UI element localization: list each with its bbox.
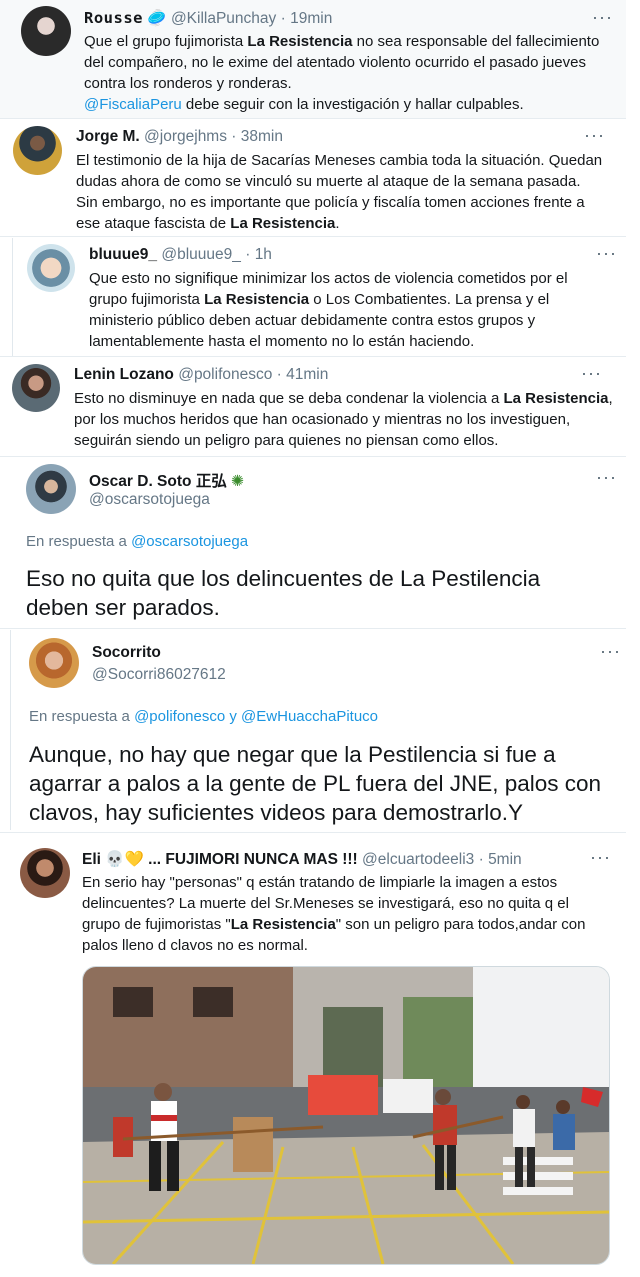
reply-context: En respuesta a @polifonesco y @EwHuaccha… [29, 708, 378, 725]
timestamp[interactable]: 38min [241, 128, 283, 145]
tweet-text: Que el grupo fujimorista La Resistencia … [84, 31, 609, 115]
thread-line [12, 238, 13, 356]
divider [0, 456, 626, 457]
user-handle[interactable]: @KillaPunchay [171, 10, 276, 27]
user-handle[interactable]: @elcuartodeeli3 [362, 851, 474, 868]
avatar[interactable] [20, 848, 70, 898]
tweet-text: Eso no quita que los delincuentes de La … [26, 566, 541, 620]
thread-line [10, 630, 11, 830]
more-icon[interactable]: ··· [596, 244, 617, 262]
separator-dot: · [231, 128, 237, 145]
virus-icon: ✺ [231, 473, 245, 490]
text-segment: . [335, 215, 340, 232]
tweet-header: Lenin Lozano @polifonesco · 41min [74, 366, 328, 384]
reply-join: y [229, 708, 237, 725]
avatar[interactable] [21, 6, 71, 56]
user-name[interactable]: Lenin Lozano [74, 366, 174, 383]
more-icon[interactable]: ··· [600, 642, 621, 660]
user-name[interactable]: Socorrito [92, 644, 161, 661]
user-handle[interactable]: @jorgejhms [144, 128, 227, 145]
avatar[interactable] [29, 638, 79, 688]
timestamp[interactable]: 5min [488, 851, 522, 868]
avatar[interactable] [26, 464, 76, 514]
divider [0, 118, 626, 119]
more-icon[interactable]: ··· [592, 8, 613, 26]
text-segment: debe seguir con la investigación y halla… [181, 96, 524, 113]
more-icon[interactable]: ··· [596, 468, 617, 486]
tweet-photo[interactable] [82, 966, 610, 1265]
tweet-text: En serio hay "personas" q están tratando… [82, 872, 610, 956]
tweet-text: Aunque, no hay que negar que la Pestilen… [29, 742, 602, 825]
mention-link[interactable]: @FiscaliaPeru [84, 96, 182, 113]
avatar[interactable] [12, 364, 60, 412]
tweet-card[interactable]: Oscar D. Soto 正弘 ✺ @oscarsotojuega ··· E… [8, 458, 626, 628]
tweet-card[interactable]: Rousse 🥏 @KillaPunchay · 19min ··· Que e… [0, 0, 626, 118]
timestamp[interactable]: 1h [255, 246, 272, 263]
more-icon[interactable]: ··· [584, 126, 605, 144]
user-handle[interactable]: @polifonesco [178, 366, 272, 383]
separator-dot: · [245, 246, 251, 263]
name-suffix: 正弘 [195, 473, 227, 490]
user-handle[interactable]: @bluuue9_ [161, 246, 241, 263]
protest-photo-illustration [83, 967, 609, 1264]
user-name[interactable]: bluuue9_ [89, 246, 157, 263]
highlighted-term: La Resistencia [503, 390, 609, 407]
avatar[interactable] [27, 244, 75, 292]
user-handle[interactable]: @Socorri86027612 [92, 666, 226, 684]
highlighted-term: La Resistencia [230, 215, 336, 232]
tweet-header: Socorrito [92, 644, 161, 662]
tweet-card[interactable]: Jorge M. @jorgejhms · 38min ··· El testi… [0, 120, 626, 236]
tweet-card[interactable]: Eli 💀💛 ... FUJIMORI NUNCA MAS !!! @elcua… [0, 834, 626, 1277]
text-segment: Que el grupo fujimorista [84, 33, 248, 50]
tweet-card[interactable]: bluuue9_ @bluuue9_ · 1h ··· Que esto no … [14, 238, 626, 354]
tweet-header: Eli 💀💛 ... FUJIMORI NUNCA MAS !!! @elcua… [82, 850, 522, 869]
more-icon[interactable]: ··· [590, 848, 611, 866]
timestamp[interactable]: 19min [290, 10, 332, 27]
separator-dot: · [276, 366, 282, 383]
more-icon[interactable]: ··· [581, 364, 602, 382]
tweet-header: bluuue9_ @bluuue9_ · 1h [89, 246, 272, 264]
text-segment: Esto no disminuye en nada que se deba co… [74, 390, 504, 407]
user-handle[interactable]: @oscarsotojuega [89, 491, 210, 509]
divider [0, 356, 626, 357]
display-name-suffix: 💀💛 ... FUJIMORI NUNCA MAS !!! [105, 851, 358, 868]
tweet-header: Rousse 🥏 @KillaPunchay · 19min [84, 9, 332, 28]
tweet-text: Esto no disminuye en nada que se deba co… [74, 388, 614, 451]
separator-dot: · [478, 851, 484, 868]
user-name[interactable]: Oscar D. Soto [89, 473, 192, 490]
reply-mention[interactable]: @oscarsotojuega [131, 533, 248, 550]
tweet-text: Que esto no signifique minimizar los act… [89, 268, 609, 352]
tweet-header: Jorge M. @jorgejhms · 38min [76, 128, 283, 146]
emoji: 🥏 [147, 10, 167, 27]
tweet-header: Oscar D. Soto 正弘 ✺ [89, 469, 244, 491]
divider [0, 832, 626, 833]
avatar[interactable] [13, 126, 62, 175]
divider [0, 236, 626, 237]
tweet-text: El testimonio de la hija de Sacarías Men… [76, 150, 606, 234]
reply-mention[interactable]: @EwHuacchaPituco [241, 708, 378, 725]
highlighted-term: La Resistencia [204, 291, 310, 308]
user-name[interactable]: Rousse [84, 9, 143, 27]
separator-dot: · [280, 10, 286, 27]
tweet-card[interactable]: Socorrito @Socorri86027612 ··· En respue… [12, 630, 626, 830]
timestamp[interactable]: 41min [286, 366, 328, 383]
user-name[interactable]: Eli [82, 851, 101, 868]
reply-prefix: En respuesta a [26, 533, 127, 550]
divider [0, 628, 626, 629]
reply-context: En respuesta a @oscarsotojuega [26, 533, 248, 550]
user-name[interactable]: Jorge M. [76, 128, 140, 145]
reply-mention[interactable]: @polifonesco [134, 708, 225, 725]
tweet-card[interactable]: Lenin Lozano @polifonesco · 41min ··· Es… [0, 358, 626, 454]
highlighted-term: La Resistencia [247, 33, 353, 50]
reply-prefix: En respuesta a [29, 708, 130, 725]
highlighted-term: La Resistencia [230, 916, 336, 933]
